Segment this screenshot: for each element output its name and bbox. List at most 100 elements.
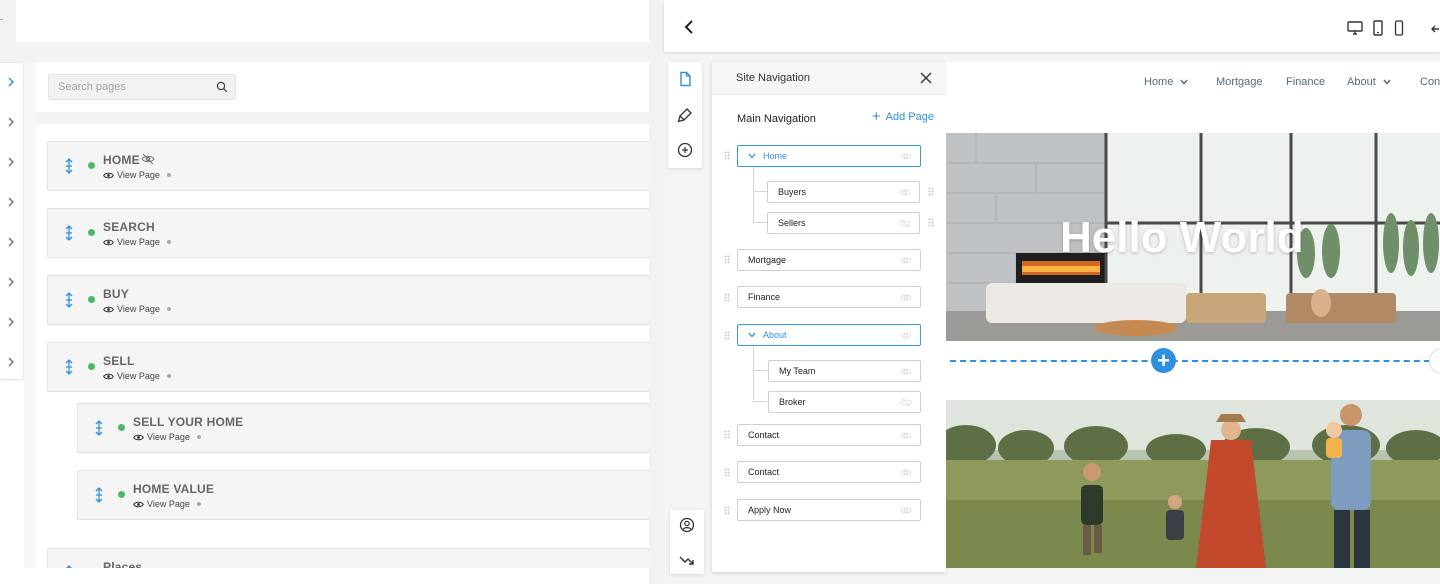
search-icon[interactable] <box>216 81 228 93</box>
nav-item-buyers[interactable]: Buyers <box>767 181 920 203</box>
eye-icon[interactable] <box>900 506 912 515</box>
chevron-right-icon[interactable] <box>4 235 18 249</box>
hero-section[interactable]: Hello World <box>946 133 1440 341</box>
list-item-search[interactable]: SEARCH View Page <box>47 208 650 258</box>
close-icon[interactable] <box>920 72 932 84</box>
eye-icon[interactable] <box>900 468 912 477</box>
add-circle-icon[interactable] <box>677 142 693 158</box>
content-image-section[interactable] <box>946 400 1440 568</box>
corner-mark: - <box>0 14 3 24</box>
list-item-home-value[interactable]: HOME VALUE View Page <box>77 470 650 520</box>
nav-item-broker[interactable]: Broker <box>768 391 921 413</box>
page-title: HOME <box>103 153 140 167</box>
drag-grip-icon[interactable] <box>724 506 730 515</box>
view-page-link[interactable]: View Page <box>133 498 201 510</box>
eye-off-icon[interactable] <box>899 219 911 228</box>
chevron-right-icon[interactable] <box>4 195 18 209</box>
nav-item-contact[interactable]: Contact <box>737 424 921 446</box>
eye-icon[interactable] <box>900 152 912 161</box>
nav-item-contact-2[interactable]: Contact <box>737 461 921 483</box>
page-title: SEARCH <box>103 220 155 234</box>
add-section-button[interactable]: + <box>1151 348 1176 373</box>
chevron-right-icon[interactable] <box>4 315 18 329</box>
hero-heading[interactable]: Hello World <box>1060 213 1304 263</box>
more-dot <box>166 173 171 177</box>
drag-handle-icon[interactable] <box>64 292 74 308</box>
eye-icon[interactable] <box>899 188 911 197</box>
nav-item-label: About <box>763 330 787 340</box>
chevron-down-icon[interactable] <box>748 153 756 159</box>
chevron-right-icon[interactable] <box>4 155 18 169</box>
drag-grip-icon[interactable] <box>724 331 730 340</box>
menu-item-about[interactable]: About <box>1347 76 1391 88</box>
chevron-right-icon[interactable] <box>4 115 18 129</box>
design-brush-icon[interactable] <box>677 107 693 123</box>
nav-item-finance[interactable]: Finance <box>737 286 921 308</box>
eye-icon[interactable] <box>900 431 912 440</box>
drag-grip-icon[interactable] <box>724 255 730 264</box>
nav-item-apply-now[interactable]: Apply Now <box>737 499 921 521</box>
menu-item-home[interactable]: Home <box>1144 76 1188 88</box>
editor-tool-rail <box>668 62 702 168</box>
view-page-link[interactable]: View Page <box>133 431 201 443</box>
drag-handle-icon[interactable] <box>64 359 74 375</box>
list-item-sell-your-home[interactable]: SELL YOUR HOME View Page <box>77 403 650 453</box>
tablet-view-icon[interactable] <box>1372 20 1384 36</box>
left-gutter <box>24 62 36 584</box>
add-page-button[interactable]: + Add Page <box>872 109 934 124</box>
drag-grip-icon[interactable] <box>928 187 934 196</box>
drag-grip-icon[interactable] <box>724 430 730 439</box>
desktop-view-icon[interactable] <box>1347 20 1363 36</box>
more-dot <box>196 435 201 439</box>
drag-grip-icon[interactable] <box>928 218 934 227</box>
search-box[interactable] <box>48 74 236 100</box>
undo-icon[interactable] <box>1430 20 1440 36</box>
drag-handle-icon[interactable] <box>94 420 104 436</box>
nav-item-my-team[interactable]: My Team <box>768 360 921 382</box>
view-page-link[interactable]: View Page <box>103 169 171 181</box>
drag-grip-icon[interactable] <box>724 151 730 160</box>
pages-icon[interactable] <box>677 71 693 87</box>
menu-item-label: Con <box>1420 76 1440 88</box>
view-page-link[interactable]: View Page <box>103 236 171 248</box>
eye-icon[interactable] <box>900 293 912 302</box>
eye-icon[interactable] <box>900 331 912 340</box>
drag-grip-icon[interactable] <box>724 468 730 477</box>
eye-icon[interactable] <box>900 256 912 265</box>
menu-item-finance[interactable]: Finance <box>1286 76 1325 88</box>
drag-grip-icon[interactable] <box>724 293 730 302</box>
nav-item-sellers[interactable]: Sellers <box>767 212 920 234</box>
section-options-button[interactable] <box>1429 348 1440 374</box>
menu-item-mortgage[interactable]: Mortgage <box>1216 76 1262 88</box>
nav-item-label: Sellers <box>778 218 806 228</box>
nav-item-about[interactable]: About <box>737 324 921 346</box>
search-input[interactable] <box>58 79 208 95</box>
chevron-right-icon[interactable] <box>4 75 18 89</box>
drag-handle-icon[interactable] <box>64 158 74 174</box>
account-icon[interactable] <box>679 517 695 533</box>
list-item-home[interactable]: HOME View Page <box>47 141 650 191</box>
tree-connector <box>753 167 754 223</box>
list-item-sell[interactable]: SELL View Page <box>47 342 650 392</box>
eye-icon <box>103 172 114 178</box>
nav-item-mortgage[interactable]: Mortgage <box>737 249 921 271</box>
list-item-buy[interactable]: BUY View Page <box>47 275 650 325</box>
view-page-link[interactable]: View Page <box>103 303 171 315</box>
drag-handle-icon[interactable] <box>64 225 74 241</box>
analytics-trend-icon[interactable] <box>679 552 695 568</box>
nav-item-label: Home <box>763 151 788 161</box>
view-page-link[interactable]: View Page <box>103 370 171 382</box>
drag-handle-icon[interactable] <box>94 487 104 503</box>
eye-off-icon[interactable] <box>900 398 912 407</box>
eye-icon <box>133 434 144 440</box>
section-divider-line <box>950 360 1440 362</box>
chevron-right-icon[interactable] <box>4 355 18 369</box>
back-arrow-icon[interactable] <box>682 19 696 35</box>
chevron-down-icon[interactable] <box>748 332 756 338</box>
chevron-right-icon[interactable] <box>4 275 18 289</box>
menu-item-contact[interactable]: Con <box>1420 76 1440 88</box>
mobile-view-icon[interactable] <box>1393 20 1405 36</box>
eye-icon[interactable] <box>900 367 912 376</box>
nav-item-label: Apply Now <box>748 505 792 515</box>
nav-item-home[interactable]: Home <box>737 145 921 167</box>
